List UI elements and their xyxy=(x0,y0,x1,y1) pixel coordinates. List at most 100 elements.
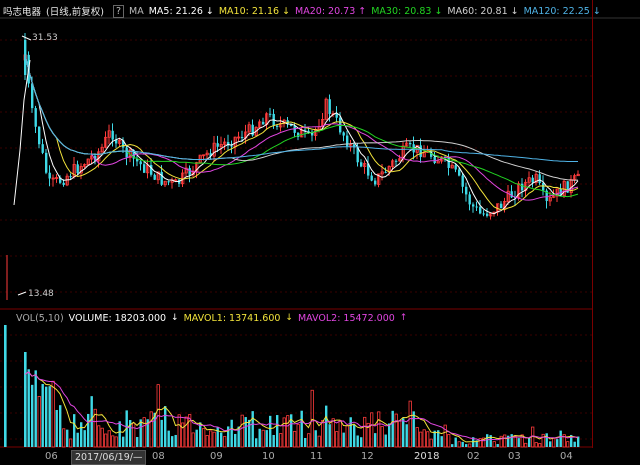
candle-body xyxy=(461,175,464,187)
candle-body xyxy=(360,162,363,167)
volume-bar xyxy=(549,441,552,447)
candle-body xyxy=(139,161,142,165)
x-tick-03: 03 xyxy=(508,451,521,462)
volume-bar xyxy=(212,431,216,448)
volume-bar xyxy=(66,429,69,447)
volume-bar xyxy=(342,432,345,447)
candle-body xyxy=(472,204,475,207)
volume-bar xyxy=(114,436,118,448)
ma-item-2: MA20: 20.73 ↑ xyxy=(295,5,367,17)
candle-body xyxy=(482,213,485,215)
candle-body xyxy=(395,160,398,162)
volume-bar xyxy=(255,438,258,447)
candle-body xyxy=(241,137,244,139)
volume-bar xyxy=(394,413,398,448)
volume-bar xyxy=(24,352,27,447)
ma20-line xyxy=(24,54,579,201)
volume-bar xyxy=(34,370,37,447)
volume-bar xyxy=(296,423,300,448)
candle-body xyxy=(167,181,170,183)
volume-bar xyxy=(573,441,576,447)
volume-bar xyxy=(276,415,279,447)
volume-bar xyxy=(202,428,206,448)
candle-body xyxy=(160,171,163,185)
volume-bar xyxy=(244,417,247,447)
volume-bar xyxy=(59,405,62,447)
candle-body xyxy=(328,99,331,114)
volume-bar xyxy=(62,428,66,448)
volume-bar xyxy=(374,433,377,447)
volume-bar xyxy=(142,417,146,448)
volume-bar xyxy=(566,441,570,448)
x-tick-09: 09 xyxy=(210,451,223,462)
candle-body xyxy=(76,164,79,174)
volume-bar xyxy=(422,429,426,448)
volume-bar xyxy=(556,439,559,447)
ma-item-0: MA5: 21.26 ↓ xyxy=(148,5,214,17)
kline-chart[interactable] xyxy=(0,0,640,464)
volume-bar xyxy=(293,430,297,448)
volume-bar xyxy=(240,414,244,448)
volume-bar xyxy=(118,421,121,447)
volume-bar xyxy=(300,410,303,447)
volume-bar xyxy=(51,380,55,448)
volume-bar xyxy=(223,436,227,448)
volume-bar xyxy=(265,430,268,447)
candle-body xyxy=(433,156,436,164)
volume-bar xyxy=(69,438,73,448)
volume-bar xyxy=(307,433,311,448)
ma-items: MA5: 21.26 ↓ MA10: 21.16 ↓ MA20: 20.73 ↑ MA… xyxy=(149,6,606,17)
candle-body xyxy=(293,125,296,133)
volume-bar xyxy=(461,441,464,447)
candle-body xyxy=(216,143,219,147)
volume-bar xyxy=(272,434,275,447)
volume-bar xyxy=(48,386,51,447)
volume-bar xyxy=(353,424,356,447)
volume-bar xyxy=(486,434,489,447)
volume-bar xyxy=(174,434,177,447)
volume-bar xyxy=(447,434,451,448)
volume-arrow: ↓ xyxy=(171,313,179,323)
candle-body xyxy=(465,186,468,195)
volume-bar xyxy=(398,420,402,448)
volume-bar xyxy=(517,438,520,447)
volume-bar xyxy=(73,414,76,447)
ma-item-4: MA60: 20.81 ↓ xyxy=(447,5,519,17)
volume-bar xyxy=(87,413,90,447)
volume-bar xyxy=(160,419,163,447)
volume-bar xyxy=(310,389,314,448)
volume-bar xyxy=(195,429,198,447)
volume-bar xyxy=(345,425,349,448)
volume-bar xyxy=(286,415,290,448)
volume-bar xyxy=(338,420,342,448)
volume-bar xyxy=(380,426,384,448)
volume-bar xyxy=(167,430,170,447)
candle-body xyxy=(62,182,65,185)
volume-bar xyxy=(139,419,142,447)
volume-bar xyxy=(552,437,556,448)
help-icon[interactable]: ? xyxy=(112,4,124,18)
volume-bar xyxy=(384,434,387,447)
candle-body xyxy=(269,113,272,115)
candle-body xyxy=(479,207,482,214)
volume-bar xyxy=(419,431,423,448)
x-tick-02: 02 xyxy=(467,451,480,462)
volume-bar xyxy=(230,419,233,447)
x-tick-11: 11 xyxy=(310,451,323,462)
volume-bar xyxy=(426,431,430,448)
volume-bar xyxy=(534,442,538,448)
volume-bar xyxy=(4,325,7,447)
volume-bar xyxy=(377,411,381,448)
volume-bar xyxy=(349,417,352,447)
volume-bar xyxy=(457,441,461,448)
ma-item-5: MA120: 22.25 ↓ xyxy=(523,5,601,17)
chart-grid xyxy=(0,17,640,448)
ma-item-3: MA30: 20.83 ↓ xyxy=(371,5,443,17)
candle-body xyxy=(276,125,279,127)
volume-bar xyxy=(328,424,331,447)
volume-bar xyxy=(331,418,335,448)
mavol2-arrow: ↑ xyxy=(399,313,408,323)
volume-bar xyxy=(111,435,115,448)
volume-bar xyxy=(528,438,531,447)
volume-bar xyxy=(205,435,209,448)
